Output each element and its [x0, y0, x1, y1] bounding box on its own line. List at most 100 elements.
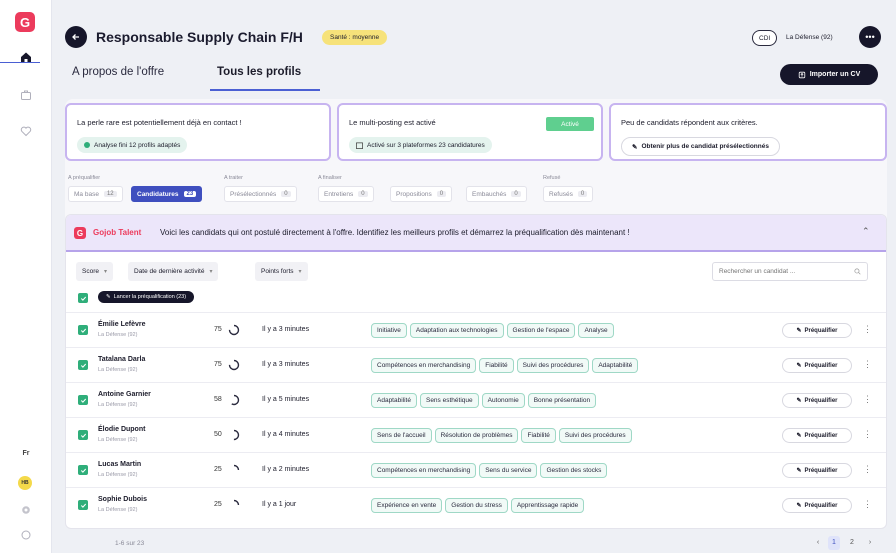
stage-count: 0 — [436, 191, 447, 197]
row-checkbox[interactable] — [78, 325, 88, 335]
search-icon — [854, 268, 861, 275]
gojob-logo[interactable]: G — [15, 12, 35, 32]
kebab-icon[interactable]: ⋮ — [863, 359, 872, 370]
analysis-pill[interactable]: Analyse fini 12 profils adaptés — [77, 137, 188, 153]
stage-rejected[interactable]: Refusés 0 — [543, 186, 594, 202]
get-more-candidates-button[interactable]: ✎ Obtenir plus de candidat présélectionn… — [621, 137, 780, 156]
heart-icon[interactable] — [19, 124, 33, 138]
launch-prequalification-button[interactable]: ✎ Lancer la préqualification (23) — [98, 291, 195, 303]
strength-tag: Apprentissage rapide — [510, 498, 585, 513]
strength-tag: Bonne présentation — [527, 393, 597, 408]
check-icon — [80, 296, 86, 301]
back-button[interactable] — [65, 26, 87, 48]
stage-count: 0 — [511, 191, 521, 197]
language-switch[interactable]: Fr — [19, 450, 33, 457]
stage-label: Propositions — [396, 190, 432, 198]
pipeline-stages: Ma base 12 Candidatures 23 Présélectionnés… — [68, 186, 668, 203]
rare-pearl-title: La perle rare est potentiellement déjà e… — [77, 118, 242, 127]
wand-icon: ✎ — [796, 363, 802, 369]
settings-icon[interactable] — [19, 503, 33, 517]
strength-tags: Sens de l'accueil Résolution de problèmes… — [371, 428, 635, 443]
more-button[interactable]: ••• — [859, 26, 881, 48]
prequalify-button[interactable]: ✎ Préqualifier — [782, 358, 852, 373]
few-candidates-title: Peu de candidats répondent aux critères. — [621, 118, 758, 127]
candidate-location: La Défense (92) — [98, 472, 138, 478]
tab-about-offer[interactable]: A propos de l'offre — [72, 66, 164, 78]
table-row[interactable]: Émilie Lefèvre La Défense (92) 75 Il y a 3 … — [66, 312, 886, 347]
row-checkbox[interactable] — [78, 500, 88, 510]
briefcase-icon[interactable] — [19, 88, 33, 102]
score-ring-icon — [228, 464, 240, 476]
search-input-wrapper[interactable] — [712, 262, 868, 281]
row-checkbox[interactable] — [78, 360, 88, 370]
next-page-button[interactable]: › — [864, 536, 876, 550]
candidate-location: La Défense (92) — [98, 437, 138, 443]
filter-bar: Score ▾ Date de dernière activité ▾ Points… — [76, 262, 876, 281]
prev-page-button[interactable]: ‹ — [812, 536, 824, 550]
kebab-icon[interactable]: ⋮ — [863, 394, 872, 405]
candidate-name[interactable]: Émilie Lefèvre — [98, 321, 145, 328]
page-2-button[interactable]: 2 — [846, 536, 858, 550]
stage-hired[interactable]: Embauchés 0 — [466, 186, 527, 202]
score-ring-icon — [228, 359, 240, 371]
stage-preselected[interactable]: Présélectionnés 0 — [224, 186, 297, 202]
page-1-button[interactable]: 1 — [828, 536, 840, 550]
table-row[interactable]: Élodie Dupont La Défense (92) 50 Il y a 4 m… — [66, 417, 886, 452]
candidate-name[interactable]: Tatalana Darla — [98, 356, 145, 363]
wand-icon: ✎ — [796, 503, 802, 509]
table-row[interactable]: Sophie Dubois La Défense (92) 25 Il y a 1 j… — [66, 487, 886, 522]
score-filter[interactable]: Score ▾ — [76, 262, 113, 281]
active-nav-indicator — [0, 62, 40, 63]
row-checkbox[interactable] — [78, 430, 88, 440]
prequalify-button[interactable]: ✎ Préqualifier — [782, 463, 852, 478]
prequalify-button[interactable]: ✎ Préqualifier — [782, 393, 852, 408]
prequalify-button[interactable]: ✎ Préqualifier — [782, 428, 852, 443]
profiles-panel: La perle rare est potentiellement déjà e… — [65, 99, 887, 529]
stage-interviews[interactable]: Entretiens 0 — [318, 186, 374, 202]
strengths-filter[interactable]: Points forts ▾ — [255, 262, 308, 281]
rare-pearl-card: La perle rare est potentiellement déjà e… — [65, 103, 331, 161]
candidate-name[interactable]: Élodie Dupont — [98, 426, 145, 433]
logout-icon[interactable] — [19, 528, 33, 542]
stage-proposals[interactable]: Propositions 0 — [390, 186, 453, 202]
kebab-icon[interactable]: ⋮ — [863, 429, 872, 440]
import-cv-button[interactable]: Importer un CV — [780, 64, 878, 85]
date-filter[interactable]: Date de dernière activité ▾ — [128, 262, 219, 281]
candidate-name[interactable]: Lucas Martin — [98, 461, 141, 468]
prequalify-button[interactable]: ✎ Préqualifier — [782, 498, 852, 513]
tab-all-profiles[interactable]: Tous les profils — [217, 66, 301, 78]
table-row[interactable]: Lucas Martin La Défense (92) 25 Il y a 2 mi… — [66, 452, 886, 487]
select-all-checkbox[interactable] — [78, 293, 88, 303]
strength-tags: Initiative Adaptation aux technologies Ges… — [371, 323, 617, 338]
platforms-pill-label: Activé sur 3 plateformes 23 candidatures — [367, 141, 485, 149]
table-row[interactable]: Antoine Garnier La Défense (92) 58 Il y a 5… — [66, 382, 886, 417]
calendar-icon — [356, 142, 363, 149]
last-activity: Il y a 5 minutes — [262, 396, 310, 403]
candidate-name[interactable]: Sophie Dubois — [98, 496, 147, 503]
active-tab-indicator — [210, 89, 320, 91]
chevron-up-icon[interactable]: ⌃ — [862, 226, 870, 237]
row-checkbox[interactable] — [78, 465, 88, 475]
more-icon: ••• — [865, 32, 875, 42]
platforms-pill[interactable]: Activé sur 3 plateformes 23 candidatures — [349, 137, 492, 153]
table-row[interactable]: Tatalana Darla La Défense (92) 75 Il y a 3 … — [66, 347, 886, 382]
last-activity: Il y a 1 jour — [262, 501, 297, 508]
chevron-down-icon: ▾ — [209, 269, 213, 275]
multiposting-card: Le multi-posting est activé Activé Activ… — [337, 103, 603, 161]
kebab-icon[interactable]: ⋮ — [863, 324, 872, 335]
kebab-icon[interactable]: ⋮ — [863, 464, 872, 475]
search-input[interactable] — [719, 268, 839, 275]
strength-tag: Analyse — [578, 323, 614, 338]
row-checkbox[interactable] — [78, 395, 88, 405]
strength-tags: Adaptabilité Sens esthétique Autonomie Bonn… — [371, 393, 599, 408]
stage-my-base[interactable]: Ma base 12 — [68, 186, 123, 202]
avatar[interactable]: HB — [18, 476, 32, 490]
prequalify-button[interactable]: ✎ Préqualifier — [782, 323, 852, 338]
strength-tag: Expérience en vente — [371, 498, 443, 513]
stage-group-label: A finaliser — [318, 175, 342, 181]
candidate-score: 58 — [214, 396, 222, 403]
stage-applications[interactable]: Candidatures 23 — [131, 186, 203, 202]
kebab-icon[interactable]: ⋮ — [863, 499, 872, 510]
talent-brand: Gojob Talent — [93, 228, 142, 237]
candidate-name[interactable]: Antoine Garnier — [98, 391, 151, 398]
